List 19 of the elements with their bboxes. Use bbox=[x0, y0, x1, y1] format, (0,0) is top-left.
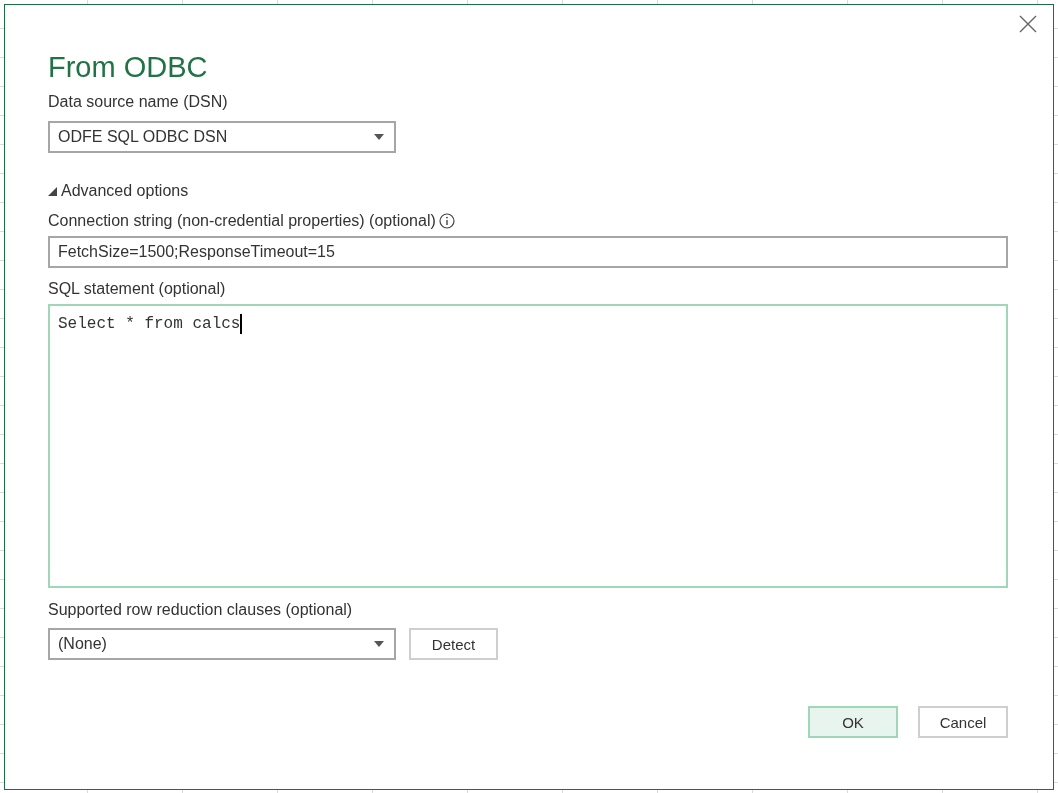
caret-icon bbox=[374, 134, 384, 140]
field-label: Data source name (DSN) bbox=[48, 92, 229, 112]
detect-button[interactable]: Detect bbox=[409, 628, 498, 660]
info-icon bbox=[438, 213, 455, 229]
sql-statement-field[interactable]: Select * from calcs bbox=[48, 304, 1008, 588]
advanced-options-toggle[interactable]: Advanced options bbox=[48, 181, 189, 201]
dropdown[interactable]: (None) bbox=[48, 628, 396, 660]
ok-button[interactable]: OK bbox=[808, 706, 898, 738]
dropdown-value: ODFE SQL ODBC DSN bbox=[58, 128, 228, 146]
field-label: Supported row reduction clauses (optional) bbox=[48, 600, 354, 620]
text-cursor bbox=[240, 314, 243, 334]
cancel-button[interactable]: Cancel bbox=[918, 706, 1008, 738]
dropdown-value: (None) bbox=[58, 635, 107, 653]
field-label: Connection string (non-credential properties) (optional) bbox=[48, 211, 436, 231]
dropdown[interactable]: ODFE SQL ODBC DSN bbox=[48, 121, 396, 153]
caret-icon bbox=[374, 641, 384, 647]
field-label: SQL statement (optional) bbox=[48, 279, 227, 299]
dialog-title: From ODBC bbox=[48, 50, 209, 85]
connection-string-field[interactable]: FetchSize=1500;ResponseTimeout=15 bbox=[48, 236, 1008, 268]
